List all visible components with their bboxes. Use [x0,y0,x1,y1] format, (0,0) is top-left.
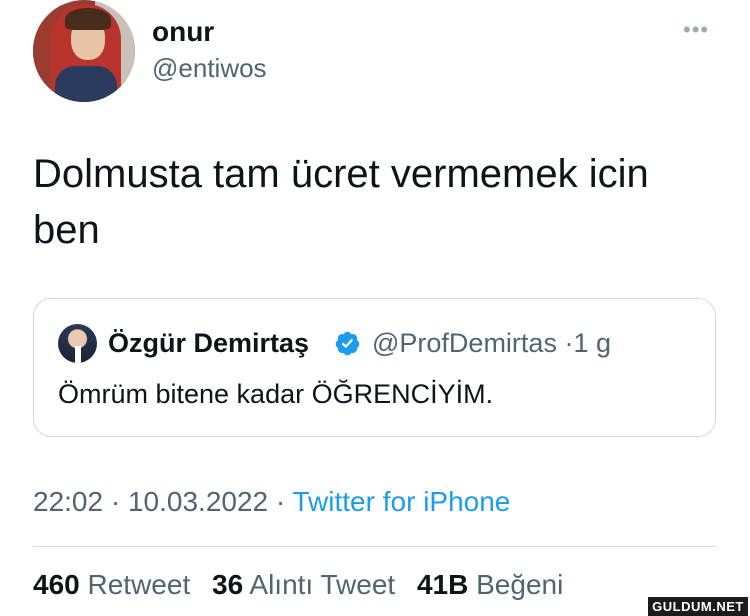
tweet-timestamp: 22:02 · 10.03.2022 · Twitter for iPhone [33,485,510,519]
quoted-tweet-text: Ömrüm bitene kadar ÖĞRENCİYİM. [58,379,494,409]
quoted-author-name[interactable]: Özgür Demirtaş [108,327,309,359]
divider [33,546,717,547]
quoted-tweet[interactable]: Özgür Demirtaş @ProfDemirtas ·1 g Ömrüm … [33,298,716,437]
quote-label: Alıntı Tweet [249,569,396,600]
quoted-author-avatar[interactable] [58,324,97,363]
author-avatar[interactable] [33,0,135,102]
tweet-text: Dolmusta tam ücret vermemek icin ben [33,152,649,252]
like-stat[interactable]: 41B Beğeni [417,569,563,600]
like-count: 41B [416,569,469,600]
verified-badge-icon [335,331,360,356]
quote-count: 36 [212,569,244,600]
tweet-time[interactable]: 22:02 [33,486,103,517]
retweet-stat[interactable]: 460 Retweet [33,569,190,600]
meta-separator: · [110,486,121,517]
retweet-count: 460 [33,569,80,600]
quoted-author-handle: @ProfDemirtas [372,328,557,358]
retweet-label: Retweet [87,569,191,600]
ellipsis-icon[interactable]: ••• [683,18,709,42]
tweet-stats: 460 Retweet 36 Alıntı Tweet 41B Beğeni [33,568,563,602]
tweet-date[interactable]: 10.03.2022 [128,486,268,517]
avatar-shirt-collar [75,346,81,363]
quoted-tweet-age: 1 g [573,328,612,358]
meta-separator: · [275,486,286,517]
quote-stat[interactable]: 36 Alıntı Tweet [212,569,395,600]
avatar-hair [65,8,111,30]
avatar-shirt [55,66,117,102]
author-name[interactable]: onur [152,15,214,49]
tweet-source-link[interactable]: Twitter for iPhone [293,486,511,517]
quoted-tweet-meta[interactable]: @ProfDemirtas ·1 g [372,327,611,359]
like-label: Beğeni [476,569,564,600]
watermark-logo: GULDUM.NET [648,597,748,616]
author-handle[interactable]: @entiwos [152,52,267,84]
